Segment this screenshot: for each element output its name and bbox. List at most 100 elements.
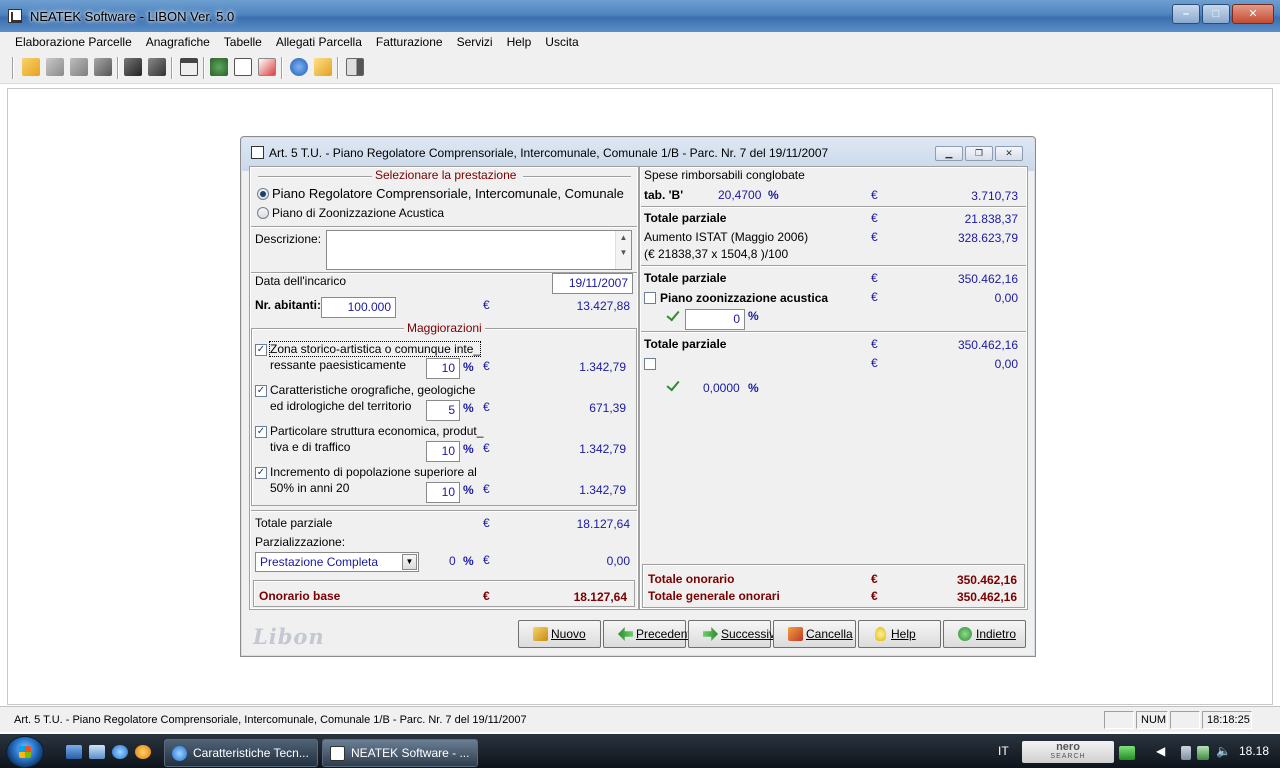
- euro-symbol: €: [871, 290, 878, 304]
- successivo-button[interactable]: Successivo: [688, 620, 782, 648]
- maggiorazione-check-4[interactable]: ✓: [255, 467, 267, 479]
- zoonizzazione-pct-field[interactable]: 0: [685, 309, 745, 330]
- percent-symbol: %: [463, 442, 474, 456]
- tp1-label: Totale parziale: [644, 211, 727, 225]
- menu-elaborazione-parcelle[interactable]: Elaborazione Parcelle: [0, 32, 139, 49]
- help-button[interactable]: Help: [858, 620, 941, 648]
- exit-door-icon[interactable]: [346, 58, 364, 76]
- precedente-button[interactable]: Precedente: [603, 620, 697, 648]
- volume-icon[interactable]: 🔈: [1216, 744, 1231, 758]
- go-arrow-icon[interactable]: [1119, 746, 1135, 760]
- zoonizzazione-check[interactable]: [644, 292, 656, 304]
- chevron-left-icon[interactable]: ◀: [1156, 744, 1165, 758]
- media-player-icon[interactable]: [135, 745, 151, 759]
- add-document-icon[interactable]: [258, 58, 276, 76]
- maximize-button[interactable]: □: [1202, 4, 1230, 24]
- cancella-button[interactable]: Cancella: [773, 620, 856, 648]
- menu-fatturazione[interactable]: Fatturazione: [369, 32, 450, 49]
- help-icon[interactable]: [290, 58, 308, 76]
- arrow-left-icon: [618, 627, 633, 641]
- euro-symbol: €: [871, 356, 878, 370]
- window-title: NEATEK Software - LIBON Ver. 5.0: [30, 9, 235, 24]
- menu-help[interactable]: Help: [500, 32, 539, 49]
- percent-symbol: %: [463, 360, 474, 374]
- bookmark-icon[interactable]: [70, 58, 88, 76]
- close-button[interactable]: ✕: [1232, 4, 1274, 24]
- percent-symbol: %: [748, 381, 759, 395]
- menu-uscita[interactable]: Uscita: [538, 32, 585, 49]
- maggiorazione-check-3[interactable]: ✓: [255, 426, 267, 438]
- indietro-button[interactable]: Indietro: [943, 620, 1026, 648]
- dialog-restore-button[interactable]: ❐: [965, 146, 993, 161]
- internet-explorer-icon[interactable]: [112, 745, 128, 759]
- istat-label: Aumento ISTAT (Maggio 2006): [644, 230, 809, 244]
- parcella-dialog: Art. 5 T.U. - Piano Regolatore Comprenso…: [240, 136, 1036, 657]
- maggiorazione-pct-2[interactable]: 5: [426, 400, 460, 421]
- euro-symbol: €: [483, 400, 490, 414]
- dialog-title: Art. 5 T.U. - Piano Regolatore Comprenso…: [269, 146, 829, 160]
- nr-abitanti-field[interactable]: 100.000: [321, 297, 396, 318]
- dialog-icon: [251, 146, 264, 159]
- dialog-close-button[interactable]: ✕: [995, 146, 1023, 161]
- radio-piano-regolatore-label[interactable]: Piano Regolatore Comprensoriale, Interco…: [272, 186, 624, 201]
- minimize-button[interactable]: –: [1172, 4, 1200, 24]
- edit-icon[interactable]: [22, 58, 40, 76]
- radio-zoonizzazione-label[interactable]: Piano di Zoonizzazione Acustica: [272, 206, 444, 220]
- back-circle-icon: [958, 627, 972, 641]
- tp2-label: Totale parziale: [644, 271, 727, 285]
- status-pane-empty: [1104, 711, 1134, 729]
- totale-onorario-value: 350.462,16: [956, 573, 1017, 587]
- maggiorazione-label-4a: Incremento di popolazione superiore al: [270, 465, 477, 479]
- lightbulb-icon: [875, 627, 886, 641]
- maggiorazione-check-2[interactable]: ✓: [255, 385, 267, 397]
- language-indicator[interactable]: IT: [998, 744, 1009, 758]
- euro-symbol: €: [871, 230, 878, 244]
- descrizione-textarea[interactable]: ▲ ▼: [326, 230, 632, 270]
- nero-search-box[interactable]: nero SEARCH: [1022, 741, 1114, 763]
- printer-icon[interactable]: [94, 58, 112, 76]
- internet-explorer-icon: [172, 746, 187, 761]
- taskbar-clock[interactable]: 18.18: [1239, 744, 1269, 758]
- radio-zoonizzazione[interactable]: [257, 207, 269, 219]
- data-incarico-field[interactable]: 19/11/2007: [552, 273, 633, 294]
- menu-allegati-parcella[interactable]: Allegati Parcella: [269, 32, 369, 49]
- abitanti-amount: 13.427,88: [576, 299, 630, 313]
- checkmark-icon: [666, 377, 680, 392]
- check-list-icon[interactable]: [46, 58, 64, 76]
- maggiorazione-pct-1[interactable]: 10: [426, 358, 460, 379]
- menu-tabelle[interactable]: Tabelle: [217, 32, 269, 49]
- nuovo-button[interactable]: Nuovo: [518, 620, 601, 648]
- taskbar-button-neatek[interactable]: NEATEK Software - ...: [322, 739, 478, 767]
- parzializzazione-select[interactable]: Prestazione Completa ▼: [255, 552, 419, 572]
- taskbar-button-caratteristiche[interactable]: Caratteristiche Tecn...: [164, 739, 318, 767]
- toolbar: [0, 52, 1280, 84]
- network-icon[interactable]: [1181, 746, 1191, 760]
- database-icon[interactable]: [210, 58, 228, 76]
- percent-symbol: %: [463, 554, 474, 568]
- start-button[interactable]: [6, 736, 44, 768]
- extra-check[interactable]: [644, 358, 656, 370]
- explorer-icon[interactable]: [89, 745, 105, 759]
- show-desktop-icon[interactable]: [66, 745, 82, 759]
- menu-anagrafiche[interactable]: Anagrafiche: [139, 32, 217, 49]
- menu-servizi[interactable]: Servizi: [450, 32, 500, 49]
- descrizione-scrollbar[interactable]: ▲ ▼: [615, 231, 631, 269]
- maggiorazione-check-1[interactable]: ✓: [255, 344, 267, 356]
- euro-symbol: €: [871, 211, 878, 225]
- dialog-minimize-button[interactable]: ▁: [935, 146, 963, 161]
- left-panel: Selezionare la prestazione Piano Regolat…: [250, 167, 638, 609]
- chevron-down-icon[interactable]: ▼: [402, 554, 417, 570]
- tp1-value: 21.838,37: [964, 212, 1018, 226]
- document-icon[interactable]: [234, 58, 252, 76]
- window-icon[interactable]: [180, 58, 198, 76]
- folder-icon[interactable]: [314, 58, 332, 76]
- report-icon[interactable]: [148, 58, 166, 76]
- maggiorazione-pct-4[interactable]: 10: [426, 482, 460, 503]
- totale-parziale-value: 18.127,64: [576, 517, 630, 531]
- radio-piano-regolatore[interactable]: [257, 188, 269, 200]
- users-icon[interactable]: [124, 58, 142, 76]
- power-icon[interactable]: [1197, 746, 1209, 760]
- extra-pct: 0,0000: [703, 381, 740, 395]
- zoonizzazione-value: 0,00: [994, 291, 1018, 305]
- maggiorazione-pct-3[interactable]: 10: [426, 441, 460, 462]
